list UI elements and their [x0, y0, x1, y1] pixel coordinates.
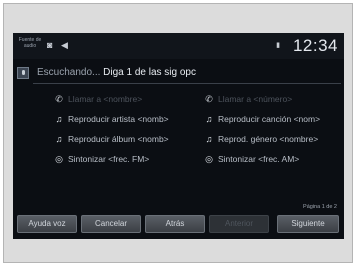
previous-button[interactable]: Anterior [209, 215, 269, 233]
command-tune-fm[interactable]: ◎ Sintonizar <frec. FM> [53, 153, 149, 165]
button-bar: Ayuda voz Cancelar Atrás Anterior Siguie… [13, 213, 344, 235]
voice-mic-icon [17, 67, 29, 79]
command-play-song[interactable]: ♫ Reproducir canción <nom> [203, 113, 320, 125]
music-note-icon: ♫ [205, 134, 213, 144]
command-play-album[interactable]: ♫ Reproducir álbum <nomb> [53, 133, 169, 145]
voice-help-button[interactable]: Ayuda voz [17, 215, 77, 233]
music-note-icon: ♫ [55, 134, 63, 144]
command-tune-am[interactable]: ◎ Sintonizar <frec. AM> [203, 153, 299, 165]
phone-icon: ✆ [55, 94, 63, 104]
radio-icon: ◎ [55, 154, 63, 164]
music-note-icon: ♫ [205, 114, 213, 124]
clock: 12:34 [292, 36, 338, 55]
signal-icon: ▮ [276, 42, 280, 49]
screen-frame: Fuente de audio ◙ ◀ ▮ 12:34 Escuchando..… [3, 3, 353, 263]
music-note-icon: ♫ [55, 114, 63, 124]
prompt-label: Diga 1 de las sig opc [103, 67, 196, 78]
voice-prompt-header: Escuchando... Diga 1 de las sig opc [13, 61, 344, 85]
command-play-artist[interactable]: ♫ Reproducir artista <nomb> [53, 113, 169, 125]
infotainment-screen: Fuente de audio ◙ ◀ ▮ 12:34 Escuchando..… [13, 33, 344, 239]
next-button[interactable]: Siguiente [277, 215, 339, 233]
listening-label: Escuchando... [37, 67, 101, 78]
speaker-icon: ◀ [61, 40, 68, 50]
radio-icon: ◎ [205, 154, 213, 164]
audio-source-label: Fuente de audio [18, 37, 42, 49]
status-bar: Fuente de audio ◙ ◀ ▮ 12:34 [13, 33, 344, 59]
voice-prompt-text: Escuchando... Diga 1 de las sig opc [37, 67, 196, 78]
cancel-button[interactable]: Cancelar [81, 215, 141, 233]
phone-icon: ✆ [205, 94, 213, 104]
header-divider [33, 83, 341, 84]
command-call-number[interactable]: ✆ Llamar a <número> [203, 93, 292, 105]
command-call-name[interactable]: ✆ Llamar a <nombre> [53, 93, 142, 105]
back-button[interactable]: Atrás [145, 215, 205, 233]
phone-link-icon: ◙ [47, 40, 53, 50]
page-indicator: Página 1 de 2 [303, 204, 337, 210]
command-play-genre[interactable]: ♫ Reprod. género <nombre> [203, 133, 319, 145]
